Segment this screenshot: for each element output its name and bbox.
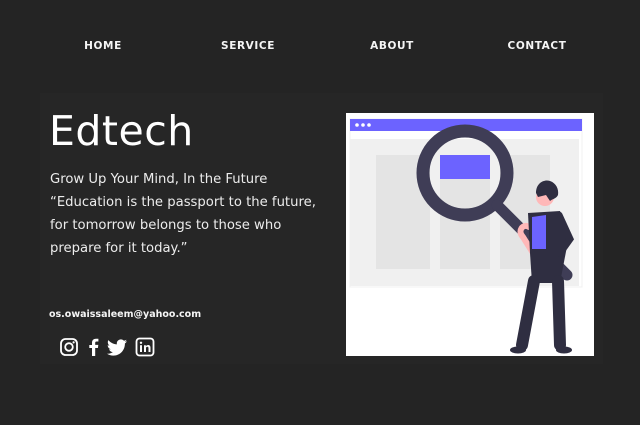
instagram-icon[interactable] [59,337,79,357]
nav-contact-link[interactable]: CONTACT [508,40,567,52]
linkedin-icon[interactable] [135,337,155,357]
nav-home-link[interactable]: HOME [84,40,122,52]
contact-email[interactable]: os.owaissaleem@yahoo.com [49,309,201,320]
hero-illustration [346,113,594,356]
twitter-icon[interactable] [106,337,127,357]
hero-tagline: Grow Up Your Mind, In the Future [50,172,268,187]
hero-quote: “Education is the passport to the future… [50,195,316,256]
page-title: Edtech [49,107,194,155]
main-nav: HOME SERVICE ABOUT CONTACT [0,40,640,56]
nav-about-link[interactable]: ABOUT [370,40,414,52]
nav-service-link[interactable]: SERVICE [221,40,275,52]
facebook-icon[interactable] [84,337,104,357]
